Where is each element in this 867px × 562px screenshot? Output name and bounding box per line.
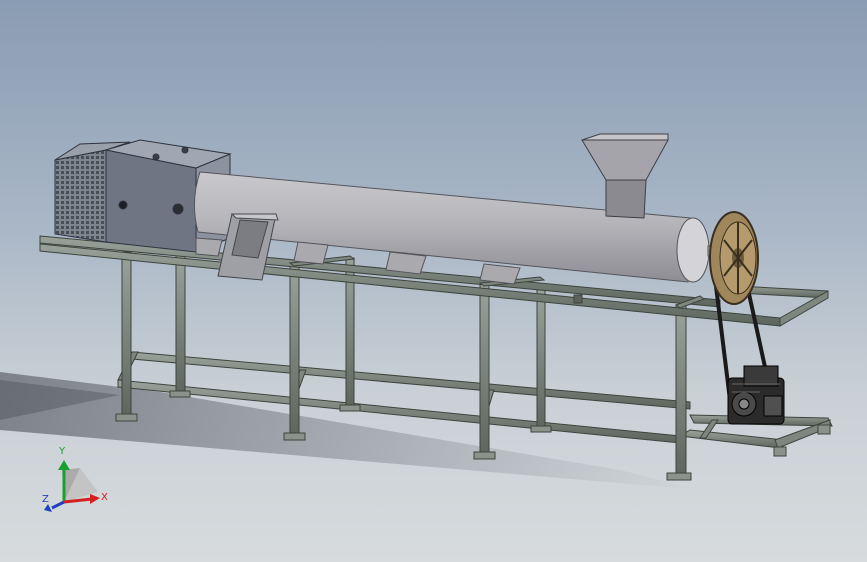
x-axis-label: X [101, 492, 108, 503]
3d-viewport[interactable]: Y X Z [0, 0, 867, 562]
z-axis-label: Z [42, 494, 49, 505]
orientation-triad[interactable]: Y X Z [0, 0, 867, 562]
y-axis-label: Y [58, 446, 66, 457]
